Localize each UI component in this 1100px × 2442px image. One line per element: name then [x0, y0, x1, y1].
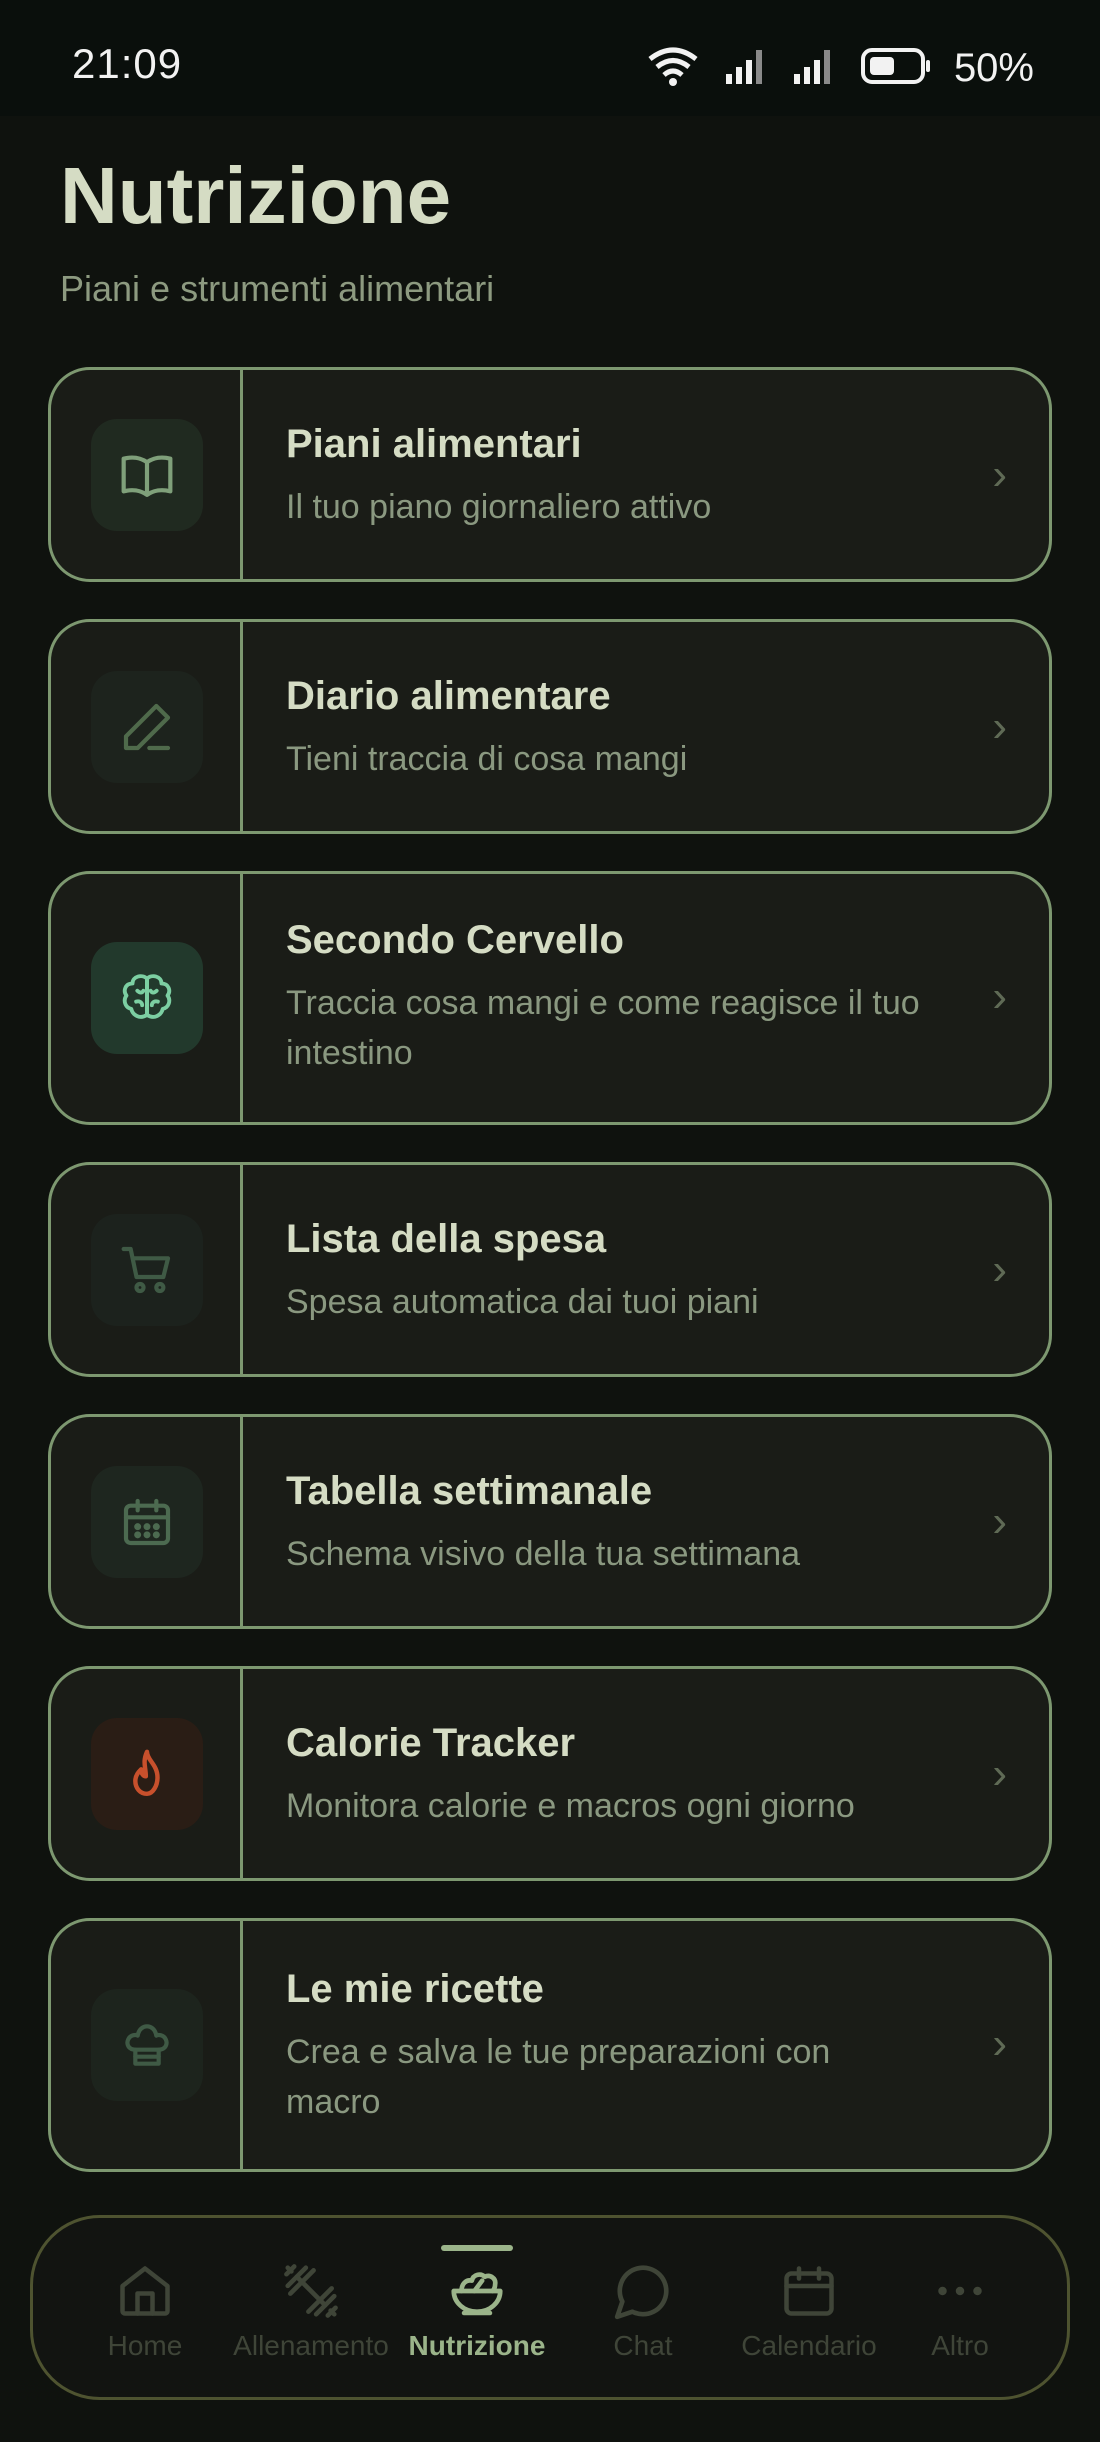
nav-item-nutrizione[interactable]: Nutrizione [392, 2245, 562, 2362]
chef-hat-icon [91, 1989, 203, 2101]
status-indicators: 50% [644, 40, 1034, 96]
menu-card-tabella-settimanale[interactable]: Tabella settimanale Schema visivo della … [48, 1414, 1052, 1629]
calendar-icon [91, 1466, 203, 1578]
menu-card-secondo-cervello[interactable]: Secondo Cervello Traccia cosa mangi e co… [48, 871, 1052, 1125]
card-title: Lista della spesa [286, 1217, 607, 1261]
page-subtitle: Piani e strumenti alimentari [60, 268, 495, 309]
menu-card-piani-alimentari[interactable]: Piani alimentari Il tuo piano giornalier… [48, 367, 1052, 582]
card-title: Le mie ricette [286, 1967, 544, 2011]
nav-label: Calendario [741, 2330, 877, 2361]
card-title: Calorie Tracker [286, 1721, 576, 1765]
chevron-right-icon: › [992, 1497, 1007, 1546]
card-description: Crea e salva le tue preparazioni con mac… [286, 2033, 831, 2121]
cart-icon [91, 1214, 203, 1326]
card-description: Il tuo piano giornaliero attivo [286, 488, 712, 526]
menu-card-calorie-tracker[interactable]: Calorie Tracker Monitora calorie e macro… [48, 1666, 1052, 1881]
nav-label: Nutrizione [408, 2330, 546, 2361]
chevron-right-icon: › [992, 1245, 1007, 1294]
card-title: Tabella settimanale [286, 1469, 653, 1513]
flame-icon [91, 1718, 203, 1830]
book-icon [91, 419, 203, 531]
battery-icon [860, 46, 932, 91]
menu-card-le-mie-ricette[interactable]: Le mie ricette Crea e salva le tue prepa… [48, 1918, 1052, 2172]
nav-item-home[interactable]: Home [60, 2258, 230, 2362]
card-description: Schema visivo della tua settimana [286, 1535, 801, 1573]
active-indicator [441, 2245, 513, 2251]
more-dots-icon [875, 2258, 1045, 2324]
page-title: Nutrizione [60, 151, 452, 240]
signal-icon [724, 46, 770, 91]
bottom-navigation: Home Allenamento Nutrizione Chat Calenda… [30, 2215, 1070, 2400]
chevron-right-icon: › [992, 1749, 1007, 1798]
home-icon [60, 2258, 230, 2324]
card-title: Diario alimentare [286, 674, 611, 718]
chat-bubble-icon [558, 2258, 728, 2324]
card-title: Secondo Cervello [286, 918, 624, 962]
nav-item-allenamento[interactable]: Allenamento [226, 2258, 396, 2362]
chevron-right-icon: › [992, 450, 1007, 499]
menu-card-diario-alimentare[interactable]: Diario alimentare Tieni traccia di cosa … [48, 619, 1052, 834]
card-title: Piani alimentari [286, 422, 582, 466]
wifi-icon [644, 45, 702, 92]
chevron-right-icon: › [992, 972, 1007, 1021]
nav-label: Chat [613, 2330, 673, 2361]
brain-icon [91, 942, 203, 1054]
battery-percent: 50% [953, 45, 1034, 90]
nav-item-calendario[interactable]: Calendario [724, 2258, 894, 2362]
nav-label: Home [107, 2330, 183, 2361]
nav-label: Allenamento [233, 2330, 389, 2361]
pencil-icon [91, 671, 203, 783]
calendar-icon [724, 2258, 894, 2324]
salad-bowl-icon [392, 2258, 562, 2324]
dumbbell-icon [226, 2258, 396, 2324]
chevron-right-icon: › [992, 702, 1007, 751]
status-time: 21:09 [72, 40, 183, 87]
chevron-right-icon: › [992, 2019, 1007, 2068]
status-bar: 21:09 50% [0, 0, 1100, 116]
nav-item-chat[interactable]: Chat [558, 2258, 728, 2362]
menu-card-lista-della-spesa[interactable]: Lista della spesa Spesa automatica dai t… [48, 1162, 1052, 1377]
signal-icon [792, 46, 838, 91]
card-description: Tieni traccia di cosa mangi [286, 740, 688, 778]
card-description: Monitora calorie e macros ogni giorno [286, 1787, 855, 1825]
nav-item-altro[interactable]: Altro [875, 2258, 1045, 2362]
nav-label: Altro [931, 2330, 989, 2361]
card-description: Spesa automatica dai tuoi piani [286, 1283, 759, 1321]
card-description: Traccia cosa mangi e come reagisce il tu… [286, 984, 920, 1072]
